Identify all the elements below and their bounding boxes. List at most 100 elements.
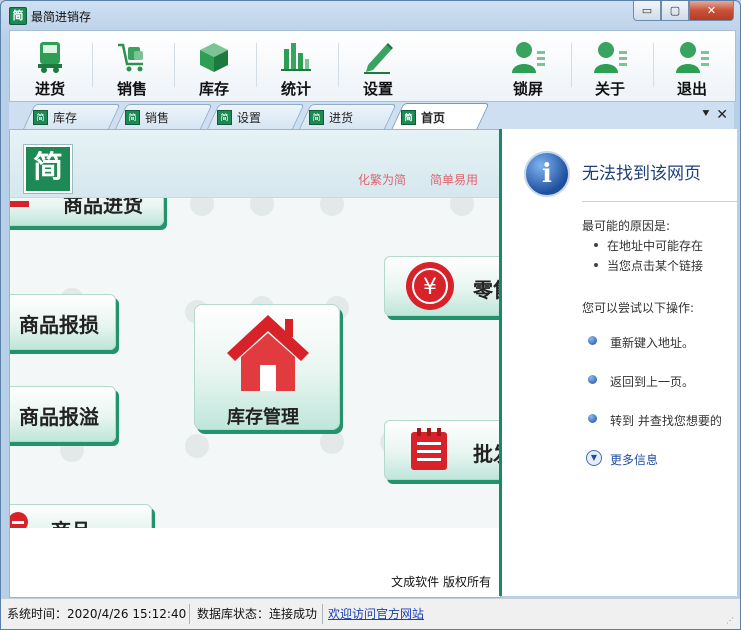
- close-button[interactable]: ✕: [689, 1, 734, 21]
- app-tab-icon: 简: [217, 109, 232, 125]
- bar-chart-icon: [281, 43, 311, 71]
- home-panel: 简 化繁为简 简单易用 商品进货 商品报损 商品报溢 库存管理 ¥ 零 批 文成…: [9, 129, 501, 598]
- copyright-text: 文成软件 版权所有: [391, 575, 491, 589]
- tab-sales[interactable]: 简销售: [125, 107, 169, 127]
- pencil-icon: [364, 43, 393, 74]
- overflow-report-label: 商品报溢: [19, 405, 99, 429]
- system-time: 系统时间：2020/4/26 15:12:40: [7, 607, 187, 621]
- toolbar-button-settings[interactable]: 设置: [338, 31, 418, 101]
- retail-button[interactable]: ¥ 零售: [384, 256, 500, 316]
- bottom-partial-label: 商品: [51, 515, 91, 528]
- home-canvas: 商品进货 商品报损 商品报溢 商品 库存管理: [10, 198, 500, 528]
- tab-close-icon[interactable]: ✕: [716, 107, 728, 123]
- app-tab-icon: 简: [401, 109, 416, 125]
- bullet-icon: [588, 336, 597, 345]
- house-icon: [227, 315, 309, 391]
- yen-coin-icon: ¥: [406, 262, 454, 310]
- close-icon: ✕: [706, 4, 717, 17]
- tab-menu-icon[interactable]: ⯆: [701, 107, 710, 123]
- user-info-icon: [594, 42, 627, 73]
- expand-icon[interactable]: ▼: [586, 450, 602, 466]
- toolbar-button-purchase[interactable]: 进货: [10, 31, 90, 101]
- status-bar: 系统时间：2020/4/26 15:12:40 数据库状态：连接成功 欢迎访问官…: [1, 598, 740, 629]
- divider: [582, 201, 737, 202]
- loss-report-label: 商品报损: [19, 313, 99, 337]
- purchase-button[interactable]: 商品进货: [10, 198, 164, 226]
- tab-controls: ⯆ ✕: [701, 107, 728, 123]
- title-bar[interactable]: 简 最简进销存 ▭ ▢ ✕: [1, 1, 740, 29]
- user-lock-icon: [512, 42, 545, 73]
- action-heading: 您可以尝试以下操作:: [582, 301, 695, 315]
- slogan-right: 简单易用: [430, 173, 479, 187]
- svg-text:¥: ¥: [423, 275, 437, 300]
- cause-item: 在地址中可能存在: [593, 239, 704, 253]
- box-icon: [200, 43, 228, 72]
- decor-pattern: [450, 198, 474, 216]
- action-item[interactable]: 重新键入地址。: [610, 334, 694, 351]
- overflow-report-button[interactable]: 商品报溢: [10, 386, 116, 442]
- db-status: 数据库状态：连接成功: [197, 607, 318, 621]
- decor-pattern: [320, 430, 344, 454]
- bullet-icon: [588, 375, 597, 384]
- toolbar-button-inventory[interactable]: 库存: [174, 31, 254, 101]
- tab-inventory[interactable]: 简库存: [33, 107, 77, 127]
- toolbar-button-about[interactable]: 关于: [570, 31, 650, 101]
- loss-report-button[interactable]: 商品报损: [10, 294, 116, 350]
- action-item[interactable]: 返回到上一页。: [610, 373, 694, 390]
- toolbar-label: 关于: [594, 80, 625, 98]
- cart-icon: [118, 43, 143, 72]
- user-exit-icon: [676, 42, 709, 73]
- decor-pattern: [320, 198, 344, 216]
- retail-label: 零售: [473, 278, 500, 302]
- toolbar-label: 库存: [198, 80, 229, 98]
- official-site-link[interactable]: 欢迎访问官方网站: [328, 605, 424, 623]
- tab-label: 库存: [53, 110, 78, 125]
- tab-label: 销售: [145, 110, 170, 125]
- cause-heading: 最可能的原因是:: [582, 219, 671, 233]
- main-toolbar: 进货 销售 库存 统计 设置 锁屏 关于 退出: [9, 30, 736, 102]
- status-separator: [322, 604, 323, 624]
- window-controls: ▭ ▢ ✕: [633, 1, 734, 21]
- slogan-left: 化繁为简: [358, 173, 407, 187]
- app-tab-icon: 简: [33, 109, 48, 125]
- wholesale-button[interactable]: 批发: [384, 420, 500, 480]
- tab-purchase[interactable]: 简进货: [309, 107, 353, 127]
- maximize-button[interactable]: ▢: [661, 1, 689, 21]
- toolbar-label: 设置: [362, 80, 393, 98]
- decor-pattern: [185, 434, 209, 458]
- minimize-icon: ▭: [641, 4, 653, 17]
- tab-home[interactable]: 简首页: [401, 107, 445, 127]
- browser-error-panel: i 无法找到该网页 最可能的原因是: 在地址中可能存在 当您点击某个链接 您可以…: [499, 129, 737, 596]
- more-info-link[interactable]: 更多信息: [610, 451, 658, 468]
- decor-pattern: [250, 198, 274, 216]
- decor-pattern: [190, 198, 214, 216]
- toolbar-label: 销售: [116, 80, 147, 98]
- tab-label: 首页: [421, 110, 446, 125]
- toolbar-button-exit[interactable]: 退出: [652, 31, 732, 101]
- purchase-icon: [10, 201, 29, 207]
- minimize-button[interactable]: ▭: [633, 1, 661, 21]
- wholesale-label: 批发: [473, 442, 500, 466]
- bottom-partial-button[interactable]: 商品: [10, 504, 152, 528]
- info-icon: i: [524, 151, 570, 197]
- resize-grip-icon[interactable]: ⋰: [726, 616, 736, 626]
- window-title: 最简进销存: [31, 10, 92, 24]
- toolbar-button-statistics[interactable]: 统计: [256, 31, 336, 101]
- toolbar-button-lock[interactable]: 锁屏: [488, 31, 568, 101]
- tab-bar: 简库存 简销售 简设置 简进货 简首页 ⯆ ✕: [9, 102, 734, 130]
- action-item[interactable]: 转到 并查找您想要的: [610, 412, 722, 429]
- app-logo: 简: [24, 145, 72, 193]
- toolbar-button-sales[interactable]: 销售: [92, 31, 172, 101]
- cause-item: 当您点击某个链接: [593, 259, 704, 273]
- toolbar-label: 锁屏: [512, 80, 543, 98]
- inventory-management-button[interactable]: 库存管理: [194, 304, 340, 430]
- notepad-icon: [411, 428, 447, 470]
- app-tab-icon: 简: [125, 109, 140, 125]
- toolbar-label: 退出: [676, 80, 707, 98]
- app-tab-icon: 简: [309, 109, 324, 125]
- app-icon: 简: [9, 7, 27, 25]
- tab-settings[interactable]: 简设置: [217, 107, 261, 127]
- bullet-icon: [588, 414, 597, 423]
- maximize-icon: ▢: [669, 4, 681, 17]
- toolbar-label: 进货: [34, 80, 65, 98]
